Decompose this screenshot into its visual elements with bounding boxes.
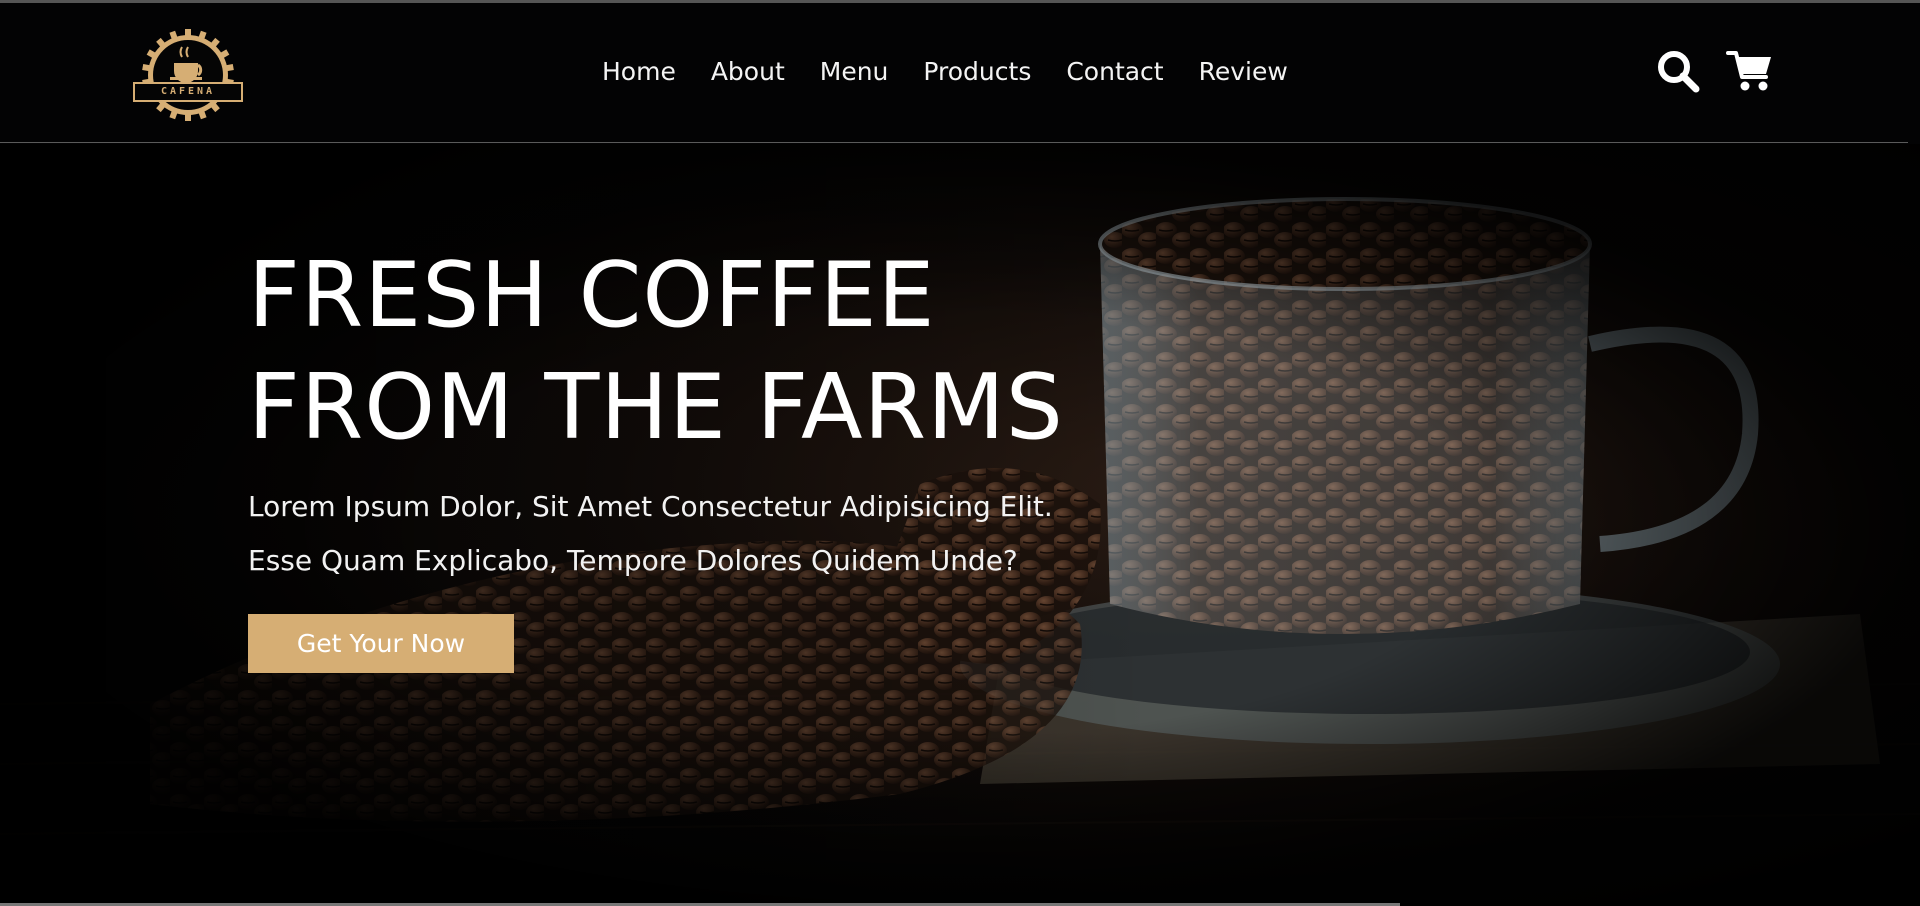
hero-description-line-1: Lorem Ipsum Dolor, Sit Amet Consectetur … — [248, 490, 1053, 523]
hero-section: FRESH COFFEE FROM THE FARMS Lorem Ipsum … — [0, 144, 1920, 906]
nav-about[interactable]: About — [711, 56, 785, 88]
cart-button[interactable] — [1726, 49, 1774, 93]
header-icons — [1656, 49, 1774, 93]
landing-page: CAFENA Home About Menu Products Contact … — [0, 0, 1920, 906]
main-nav: Home About Menu Products Contact Review — [602, 56, 1323, 88]
logo-text: CAFENA — [160, 86, 216, 97]
hero-title-line-2: FROM THE FARMS — [248, 355, 1064, 460]
nav-products[interactable]: Products — [923, 56, 1031, 88]
site-header: CAFENA Home About Menu Products Contact … — [0, 3, 1908, 143]
nav-contact[interactable]: Contact — [1066, 56, 1163, 88]
coffee-cup-badge-icon — [133, 29, 243, 121]
hero-title-line-1: FRESH COFFEE — [248, 243, 936, 348]
search-icon — [1658, 51, 1700, 93]
nav-review[interactable]: Review — [1199, 56, 1288, 88]
nav-menu[interactable]: Menu — [820, 56, 889, 88]
hero-description-line-2: Esse Quam Explicabo, Tempore Dolores Qui… — [248, 544, 1018, 577]
search-button[interactable] — [1656, 49, 1700, 93]
hero-title: FRESH COFFEE FROM THE FARMS — [248, 240, 1148, 464]
nav-home[interactable]: Home — [602, 56, 676, 88]
shopping-cart-icon — [1726, 51, 1771, 91]
get-your-now-button[interactable]: Get Your Now — [248, 614, 514, 673]
hero-description: Lorem Ipsum Dolor, Sit Amet Consectetur … — [248, 480, 1148, 588]
logo[interactable]: CAFENA — [132, 25, 244, 121]
